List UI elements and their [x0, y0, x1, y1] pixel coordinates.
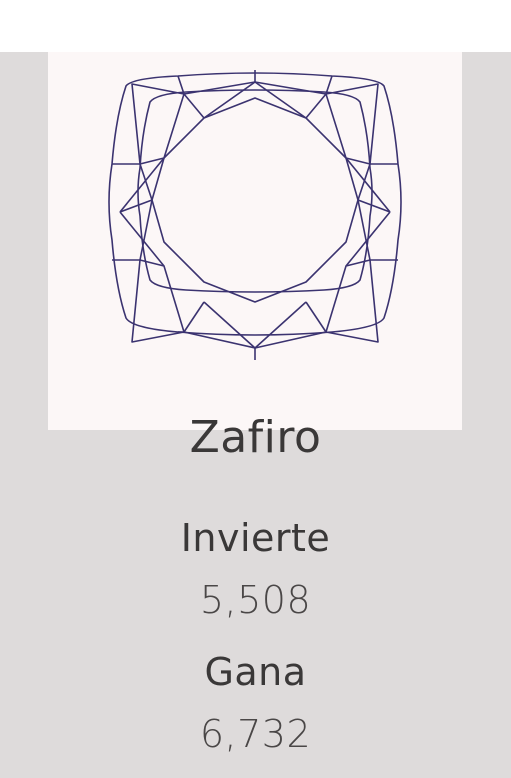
- gain-value: 6,732: [199, 712, 312, 756]
- invest-value: 5,508: [199, 578, 312, 622]
- gem-name: Zafiro: [189, 412, 322, 463]
- cushion-cut-gem-icon: [108, 70, 402, 360]
- gem-image-panel: [48, 52, 462, 430]
- invest-label: Invierte: [180, 516, 331, 560]
- gain-label: Gana: [204, 650, 307, 694]
